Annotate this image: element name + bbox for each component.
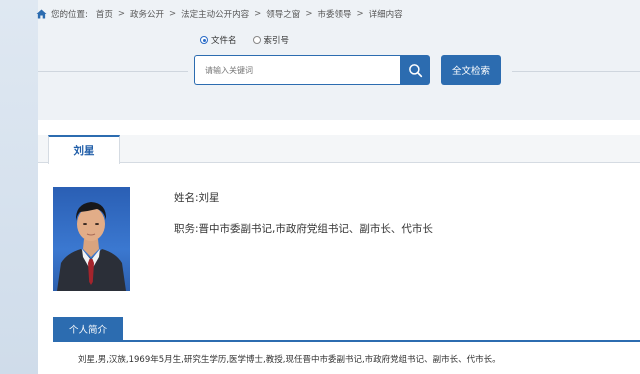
divider-right <box>512 71 640 72</box>
search-input[interactable] <box>195 56 400 84</box>
home-icon <box>36 9 47 19</box>
divider-left <box>38 71 188 72</box>
official-name: 姓名:刘星 <box>174 192 220 204</box>
portrait-image <box>53 187 130 291</box>
breadcrumb-separator: > <box>254 9 262 19</box>
breadcrumb-current: 详细内容 <box>368 10 403 20</box>
breadcrumb-home[interactable]: 首页 <box>96 8 113 20</box>
search-icon <box>408 63 422 77</box>
search-input-wrapper <box>194 55 400 85</box>
radio-filename-label: 文件名 <box>211 36 237 46</box>
tab-bar: 刘星 <box>38 135 640 164</box>
search-button[interactable] <box>400 55 430 85</box>
section-underline <box>53 340 640 342</box>
breadcrumb-separator: > <box>117 9 126 19</box>
breadcrumb-statutory[interactable]: 法定主动公开内容 <box>181 8 249 20</box>
radio-selected-icon[interactable] <box>200 36 208 44</box>
breadcrumb-party-leaders[interactable]: 市委领导 <box>317 8 351 20</box>
profile-panel: 刘星 姓名:刘星 职务:晋中市委副书记,市政府党组书记、副市长、代市长 个人简介… <box>38 120 640 374</box>
breadcrumb-prefix: 您的位置: <box>51 10 88 20</box>
radio-index-number[interactable]: 索引号 <box>252 34 290 46</box>
section-title-bio: 个人简介 <box>53 317 123 341</box>
tab-profile-name[interactable]: 刘星 <box>48 135 120 164</box>
breadcrumb-leaders[interactable]: 领导之窗 <box>266 8 300 20</box>
search-type-options: 文件名 索引号 <box>200 34 305 46</box>
page-left-strip <box>0 0 38 374</box>
breadcrumb-separator: > <box>356 9 364 19</box>
radio-filename[interactable]: 文件名 <box>200 34 237 46</box>
official-position: 职务:晋中市委副书记,市政府党组书记、副市长、代市长 <box>174 223 433 235</box>
radio-unselected-icon[interactable] <box>252 36 261 44</box>
biography-text: 刘星,男,汉族,1969年5月生,研究生学历,医学博士,教授,现任晋中市委副书记… <box>78 355 501 365</box>
breadcrumb-gov-affairs[interactable]: 政务公开 <box>130 8 164 20</box>
radio-index-label: 索引号 <box>263 36 290 46</box>
full-text-search-button[interactable]: 全文检索 <box>441 55 501 85</box>
breadcrumb-separator: > <box>305 9 313 19</box>
breadcrumb: 您的位置: 首页 > 政务公开 > 法定主动公开内容 > 领导之窗 > 市委领导… <box>36 7 408 21</box>
official-portrait <box>53 187 130 291</box>
breadcrumb-separator: > <box>169 9 177 19</box>
